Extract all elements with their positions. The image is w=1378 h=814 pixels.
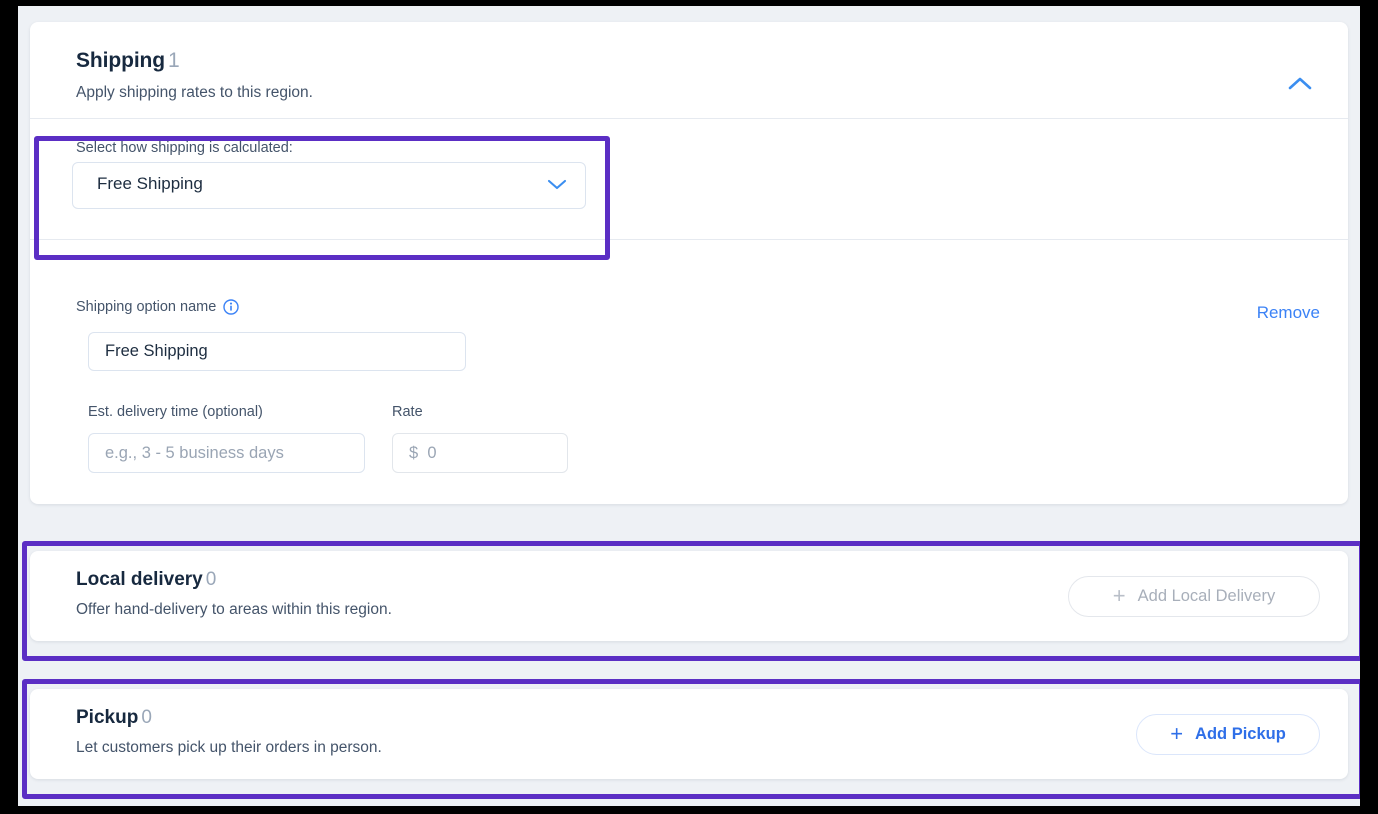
- shipping-calculation-select[interactable]: Free Shipping: [72, 162, 586, 209]
- shipping-section-card: Shipping 1 Apply shipping rates to this r…: [30, 22, 1348, 504]
- rate-input[interactable]: [392, 433, 568, 473]
- shipping-option-name-input[interactable]: [88, 332, 466, 371]
- local-delivery-title: Local delivery 0: [76, 569, 216, 591]
- add-local-delivery-button[interactable]: + Add Local Delivery: [1068, 576, 1320, 617]
- shipping-calculation-block: Select how shipping is calculated: Free …: [30, 118, 1348, 240]
- shipping-calculation-value: Free Shipping: [97, 174, 203, 193]
- chevron-down-icon: [547, 178, 567, 196]
- pickup-section-card: Pickup 0 Let customers pick up their orde…: [30, 689, 1348, 779]
- plus-icon: +: [1112, 582, 1126, 608]
- add-pickup-button[interactable]: + Add Pickup: [1136, 714, 1320, 755]
- shipping-title-text: Shipping: [76, 49, 166, 72]
- pickup-subtitle: Let customers pick up their orders in pe…: [76, 739, 382, 756]
- info-circle-icon[interactable]: [223, 299, 239, 315]
- calculation-label: Select how shipping is calculated:: [76, 140, 293, 156]
- chevron-up-icon: [1288, 77, 1312, 89]
- delivery-time-label: Est. delivery time (optional): [88, 404, 263, 420]
- rate-label: Rate: [392, 404, 423, 420]
- shipping-count: 1: [168, 49, 180, 72]
- shipping-option-name-label: Shipping option name: [76, 299, 239, 315]
- shipping-option-name-label-text: Shipping option name: [76, 299, 217, 315]
- plus-icon: +: [1170, 720, 1184, 746]
- add-local-delivery-label: Add Local Delivery: [1137, 587, 1276, 605]
- shipping-title: Shipping 1: [76, 49, 180, 73]
- shipping-card-header: Shipping 1 Apply shipping rates to this r…: [30, 22, 1348, 119]
- pickup-title-text: Pickup: [76, 707, 139, 728]
- page-canvas: Shipping 1 Apply shipping rates to this r…: [18, 6, 1360, 806]
- local-delivery-section-card: Local delivery 0 Offer hand-delivery to a…: [30, 551, 1348, 641]
- pickup-title: Pickup 0: [76, 707, 152, 729]
- add-pickup-label: Add Pickup: [1195, 725, 1286, 743]
- local-delivery-count: 0: [205, 569, 217, 590]
- remove-shipping-option-link[interactable]: Remove: [1257, 303, 1320, 323]
- delivery-time-input[interactable]: [88, 433, 365, 473]
- local-delivery-title-text: Local delivery: [76, 569, 203, 590]
- shipping-subtitle: Apply shipping rates to this region.: [76, 84, 313, 101]
- pickup-count: 0: [141, 707, 152, 728]
- local-delivery-subtitle: Offer hand-delivery to areas within this…: [76, 601, 392, 618]
- shipping-collapse-button[interactable]: [1280, 66, 1320, 100]
